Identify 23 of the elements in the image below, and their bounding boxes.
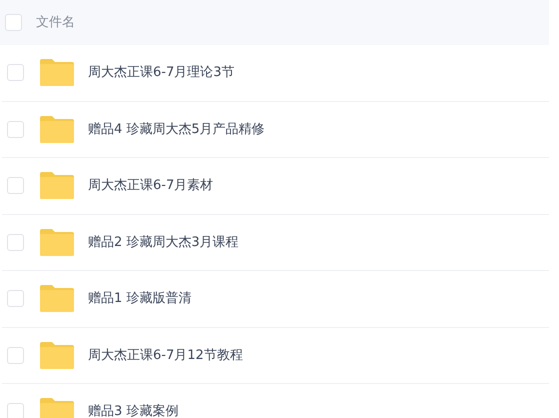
folder-icon [40, 59, 74, 86]
folder-icon [40, 342, 74, 369]
file-name[interactable]: 周大杰正课6-7月素材 [88, 176, 214, 196]
checkbox[interactable] [7, 346, 24, 364]
file-name[interactable]: 周大杰正课6-7月理论3节 [88, 63, 235, 82]
folder-icon [40, 228, 74, 256]
folder-icon [40, 116, 74, 143]
folder-icon [40, 398, 74, 418]
file-name[interactable]: 赠品3 珍藏案例 [88, 402, 178, 418]
checkbox[interactable] [7, 120, 24, 138]
file-name[interactable]: 赠品4 珍藏周大杰5月产品精修 [88, 120, 265, 139]
file-name[interactable]: 周大杰正课6-7月12节教程 [88, 346, 243, 365]
checkbox[interactable] [5, 14, 22, 31]
folder-icon [40, 285, 74, 312]
checkbox[interactable] [7, 64, 24, 82]
checkbox[interactable] [7, 177, 24, 194]
file-name[interactable]: 赠品2 珍藏周大杰3月课程 [88, 232, 239, 252]
checkbox[interactable] [7, 403, 24, 418]
file-name[interactable]: 赠品1 珍藏版普清 [88, 289, 192, 308]
checkbox[interactable] [7, 234, 24, 251]
column-heading: 文件名 [36, 14, 75, 32]
checkbox[interactable] [7, 290, 24, 308]
folder-icon [40, 172, 74, 200]
